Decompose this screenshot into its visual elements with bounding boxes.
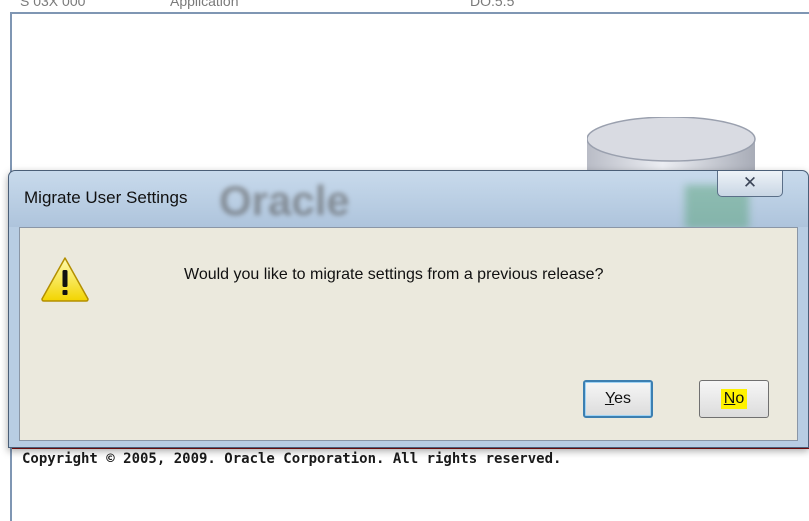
close-button[interactable]: ✕ [717, 171, 783, 197]
yes-mnemonic: Y [604, 390, 615, 407]
yes-button[interactable]: Yes [583, 380, 653, 418]
dialog-title: Migrate User Settings [24, 188, 188, 207]
dialog-titlebar[interactable]: Oracle Migrate User Settings ✕ [9, 171, 808, 229]
top-fragment-3: DO.5.5 [470, 0, 515, 9]
no-mnemonic: N [723, 390, 736, 407]
yes-label-rest: es [614, 390, 632, 407]
no-button-label: No [720, 389, 748, 409]
no-button[interactable]: No [699, 380, 769, 418]
top-fragment-1: S 03X 000 [20, 0, 86, 9]
blurred-brand-text: Oracle [219, 177, 350, 224]
yes-button-label: Yes [605, 390, 631, 408]
dialog-body: Would you like to migrate settings from … [19, 227, 798, 441]
migrate-settings-dialog: Oracle Migrate User Settings ✕ Would you… [8, 170, 809, 448]
top-fragment-2: Application [170, 0, 239, 9]
close-icon: ✕ [742, 173, 758, 193]
warning-icon [41, 257, 89, 302]
dialog-message: Would you like to migrate settings from … [184, 266, 604, 283]
no-label-rest: o [735, 390, 745, 407]
copyright-text: Copyright © 2005, 2009. Oracle Corporati… [22, 451, 562, 467]
